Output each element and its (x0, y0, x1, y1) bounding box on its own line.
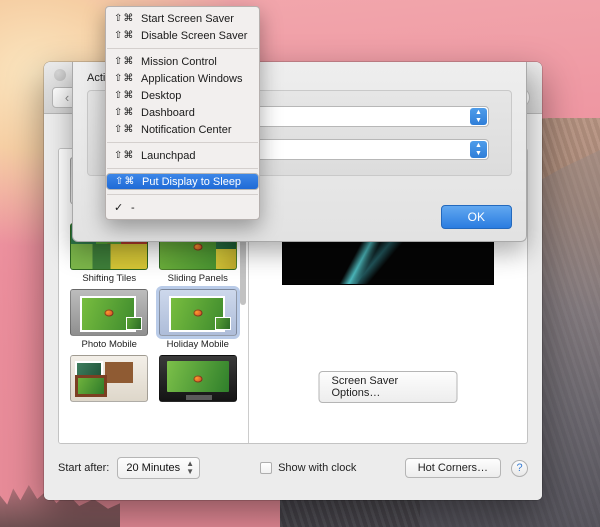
menu-item-label: Put Display to Sleep (142, 175, 242, 188)
menu-item-start-screen-saver[interactable]: ⇧⌘ Start Screen Saver (106, 10, 259, 27)
menu-item-notification-center[interactable]: ⇧⌘ Notification Center (106, 121, 259, 138)
help-button[interactable]: ? (511, 459, 528, 477)
hot-corner-action-menu[interactable]: ⇧⌘ Start Screen Saver ⇧⌘ Disable Screen … (105, 6, 260, 220)
menu-item-label: - (131, 201, 135, 214)
menu-item-launchpad[interactable]: ⇧⌘ Launchpad (106, 147, 259, 164)
screen-saver-thumbnail[interactable] (158, 289, 237, 336)
menu-item-put-display-to-sleep[interactable]: ⇧⌘ Put Display to Sleep (106, 173, 259, 190)
start-after-dropdown[interactable]: 20 Minutes ▲ ▼ (117, 457, 201, 479)
screen-saver-label: Sliding Panels (167, 273, 228, 284)
ladybug-icon (104, 309, 114, 316)
list-item[interactable] (67, 355, 152, 405)
menu-item-disable-screen-saver[interactable]: ⇧⌘ Disable Screen Saver (106, 27, 259, 44)
screen-saver-thumbnail[interactable] (158, 355, 237, 402)
chevron-updown-icon[interactable]: ▲ ▼ (470, 141, 487, 158)
screen-saver-label: Shifting Tiles (82, 273, 137, 284)
checkmark-icon: ✓ (114, 202, 124, 214)
screen-saver-thumbnail[interactable] (70, 289, 149, 336)
shortcut-keys: ⇧⌘ (115, 176, 136, 187)
menu-item-label: Disable Screen Saver (141, 29, 248, 42)
ladybug-icon (193, 375, 203, 382)
menu-item-label: Launchpad (141, 149, 196, 162)
shortcut-keys: ⇧⌘ (114, 73, 135, 84)
shortcut-keys: ⇧⌘ (114, 150, 135, 161)
menu-item-none[interactable]: ✓ - (106, 199, 259, 216)
menu-item-desktop[interactable]: ⇧⌘ Desktop (106, 87, 259, 104)
menu-item-application-windows[interactable]: ⇧⌘ Application Windows (106, 70, 259, 87)
list-item[interactable]: Photo Mobile (67, 289, 152, 351)
screen-saver-label: Holiday Mobile (166, 339, 229, 350)
screen-saver-thumbnail[interactable] (70, 355, 149, 402)
menu-item-mission-control[interactable]: ⇧⌘ Mission Control (106, 53, 259, 70)
menu-item-label: Notification Center (141, 123, 232, 136)
ladybug-icon (193, 243, 203, 250)
ok-button[interactable]: OK (440, 205, 512, 229)
start-after-label: Start after: (58, 462, 110, 474)
shortcut-keys: ⇧⌘ (114, 107, 135, 118)
screen-saver-label: Photo Mobile (81, 339, 137, 350)
menu-separator (107, 168, 258, 169)
shortcut-keys: ⇧⌘ (114, 30, 135, 41)
menu-item-label: Desktop (141, 89, 182, 102)
menu-separator (107, 48, 258, 49)
menu-item-label: Mission Control (141, 55, 217, 68)
screen-saver-options-button[interactable]: Screen Saver Options… (318, 371, 458, 403)
list-item[interactable]: Holiday Mobile (156, 289, 241, 351)
menu-separator (107, 194, 258, 195)
shortcut-keys: ⇧⌘ (114, 90, 135, 101)
hot-corners-button[interactable]: Hot Corners… (404, 458, 501, 478)
menu-item-dashboard[interactable]: ⇧⌘ Dashboard (106, 104, 259, 121)
menu-separator (107, 142, 258, 143)
bottom-controls: Start after: 20 Minutes ▲ ▼ Show with clo… (58, 450, 528, 486)
menu-item-label: Application Windows (141, 72, 243, 85)
show-with-clock-checkbox[interactable] (260, 462, 273, 474)
show-with-clock-label: Show with clock (278, 462, 357, 474)
shortcut-keys: ⇧⌘ (114, 124, 135, 135)
chevron-updown-icon[interactable]: ▲ ▼ (470, 108, 487, 125)
list-item[interactable] (156, 355, 241, 405)
shortcut-keys: ⇧⌘ (114, 56, 135, 67)
chevron-updown-icon: ▲ ▼ (186, 459, 195, 476)
ladybug-icon (104, 243, 114, 250)
shortcut-keys: ⇧⌘ (114, 13, 135, 24)
menu-item-label: Dashboard (141, 106, 195, 119)
menu-item-label: Start Screen Saver (141, 12, 234, 25)
ladybug-icon (193, 309, 203, 316)
start-after-value: 20 Minutes (126, 462, 181, 474)
